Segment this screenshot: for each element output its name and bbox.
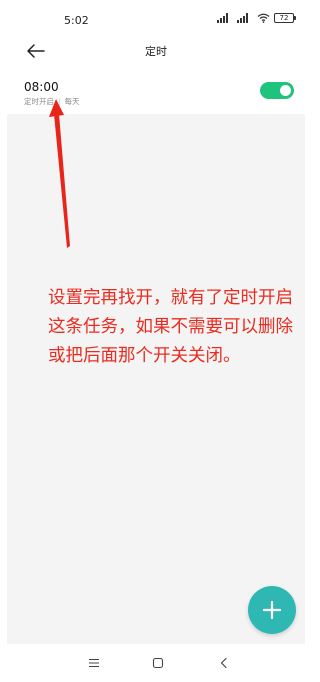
chevron-left-icon <box>220 657 227 669</box>
meta-separator: | <box>58 97 61 106</box>
system-nav-bar <box>0 644 312 682</box>
cellular-signal-icon <box>217 13 228 23</box>
timer-list-background <box>7 114 305 644</box>
menu-icon <box>89 658 99 668</box>
status-bar: 5:02 72 <box>0 0 312 32</box>
app-bar: 定时 <box>0 32 312 70</box>
timer-repeat: 每天 <box>64 97 80 106</box>
page-title: 定时 <box>145 45 167 58</box>
nav-recents-button[interactable] <box>84 654 104 672</box>
timer-enable-toggle[interactable] <box>260 82 294 99</box>
battery-icon: 72 <box>274 13 296 23</box>
nav-back-button[interactable] <box>214 654 234 672</box>
cellular-signal-2-icon <box>237 13 248 23</box>
home-square-icon <box>152 657 164 669</box>
timer-status: 定时开启 <box>24 97 54 106</box>
wifi-icon <box>257 13 270 23</box>
status-icons: 72 <box>217 13 296 23</box>
annotation-text: 设置完再找开，就有了定时开启这条任务，如果不需要可以删除或把后面那个开关关闭。 <box>48 288 293 366</box>
status-time: 5:02 <box>64 14 89 27</box>
timer-list-item[interactable]: 08:00 定时开启 | 每天 <box>0 70 312 114</box>
plus-icon <box>262 600 282 620</box>
timer-meta: 定时开启 | 每天 <box>24 96 80 107</box>
add-timer-button[interactable] <box>248 586 296 634</box>
toggle-knob <box>280 85 291 96</box>
nav-home-button[interactable] <box>148 654 168 672</box>
timer-time: 08:00 <box>24 80 59 94</box>
